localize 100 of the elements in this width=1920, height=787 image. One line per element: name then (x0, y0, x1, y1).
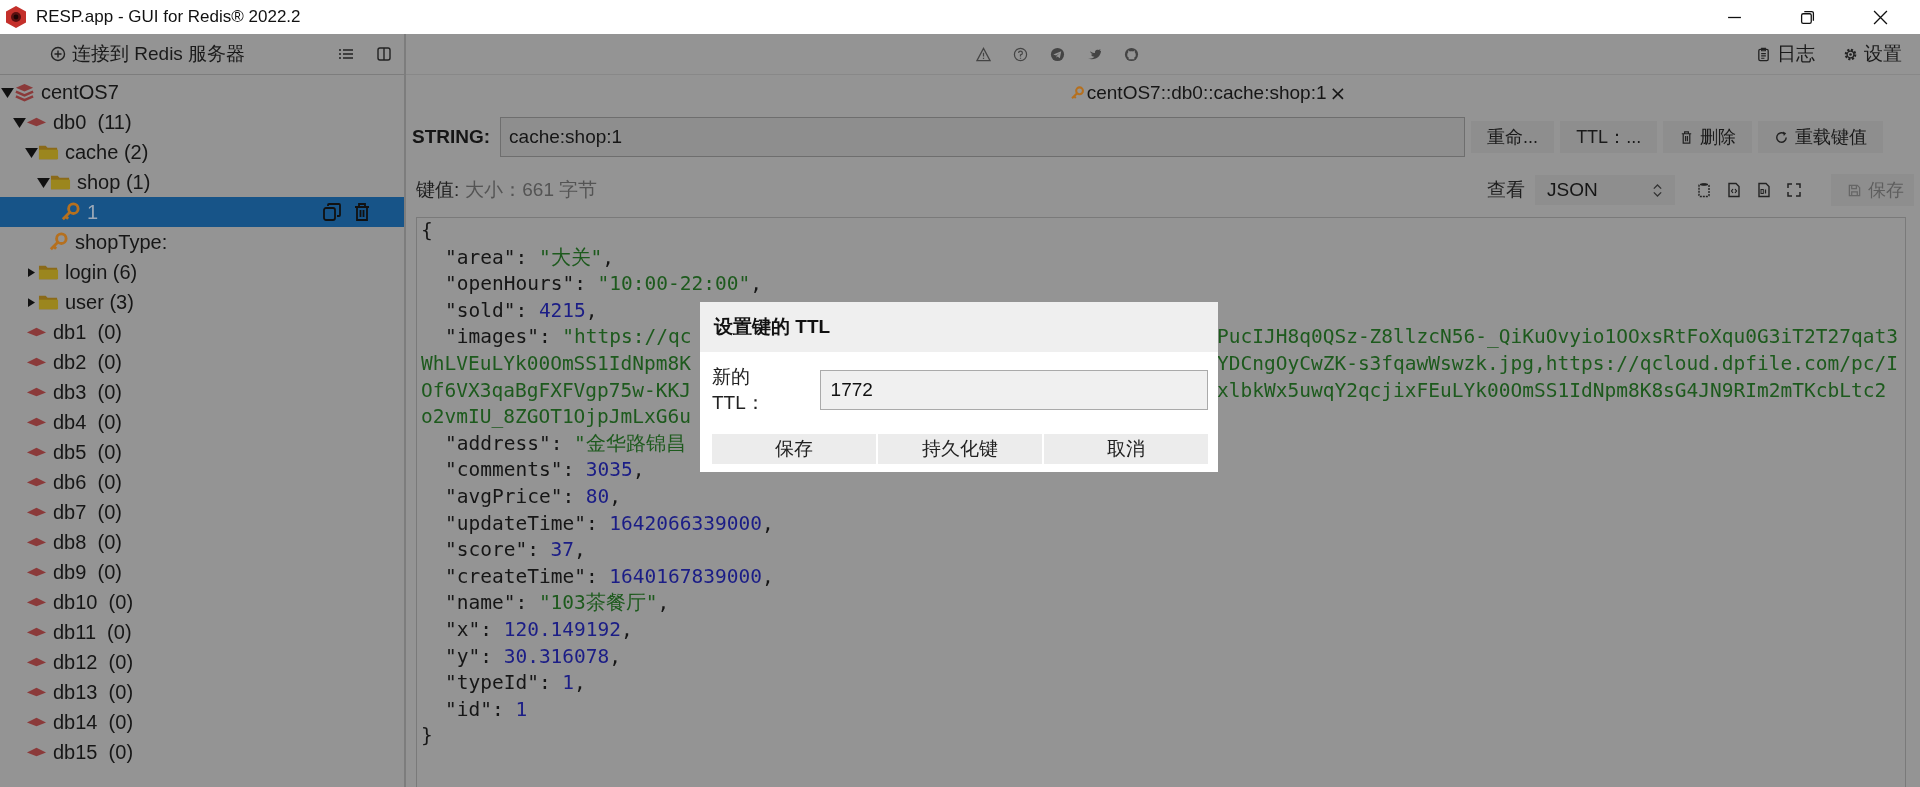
dialog-button[interactable]: 持久化键 (878, 434, 1042, 464)
tree-label: db6 (0) (53, 470, 122, 494)
tree-item[interactable]: cache (2) (0, 137, 404, 167)
server-stack-icon (14, 81, 35, 103)
log-button[interactable]: 日志 (1756, 41, 1815, 67)
tree-item[interactable]: centOS7 (0, 77, 404, 107)
key-action-button[interactable]: 重命... (1471, 121, 1555, 153)
comma: , (657, 591, 670, 615)
tree-item[interactable]: db13 (0) (0, 677, 404, 707)
key-action-button[interactable]: TTL：... (1560, 121, 1658, 153)
help-icon[interactable] (1013, 46, 1028, 62)
expanded-arrow-icon[interactable] (24, 146, 38, 158)
tree-label: login (6) (65, 260, 138, 284)
close-icon[interactable] (1873, 9, 1888, 25)
json-string: "10:00-22:00" (597, 272, 751, 296)
tree-item[interactable]: db15 (0) (0, 737, 404, 767)
tree-item[interactable]: shopType: (0, 227, 404, 257)
json-value: YDCngOyCwZK-s3fqawWswzk.jpg,https://qcloud.dpfile.com/pc/I (1217, 350, 1898, 377)
bird-icon[interactable] (1087, 46, 1102, 62)
json-string: "103茶餐厅" (538, 591, 658, 615)
expanded-arrow-icon[interactable] (36, 176, 50, 188)
tree-label: db8 (0) (53, 530, 122, 554)
tree-item[interactable]: db1 (0) (0, 317, 404, 347)
expanded-arrow-icon[interactable] (0, 86, 14, 98)
code-file-icon[interactable] (1726, 182, 1742, 198)
format-select[interactable]: JSON (1535, 175, 1675, 205)
paper-plane-icon[interactable] (1050, 46, 1065, 62)
key-action-button[interactable]: 删除 (1663, 121, 1753, 153)
settings-button[interactable]: 设置 (1843, 41, 1902, 67)
tree-item[interactable]: db7 (0) (0, 497, 404, 527)
tree-label: db1 (0) (53, 320, 122, 344)
tree-label: db10 (0) (53, 590, 134, 614)
clipboard-icon[interactable] (1696, 182, 1712, 198)
json-value: Of6VX3qaBgFXFVgp75w-KKJ (421, 377, 692, 404)
tree-label: user (3) (65, 290, 134, 314)
json-number: 4215 (538, 298, 586, 322)
cat-icon[interactable] (1124, 46, 1139, 62)
key-tab[interactable]: centOS7::db0::cache:shop:1 (1069, 82, 1327, 104)
tree-label: db5 (0) (53, 440, 122, 464)
json-number: 1640167839000 (609, 564, 762, 588)
json-number: 120.149192 (503, 617, 622, 641)
collapsed-arrow-icon[interactable] (27, 267, 35, 277)
tree-item[interactable]: db6 (0) (0, 467, 404, 497)
json-string: "金华路锦昌 (574, 431, 686, 455)
list-icon[interactable] (338, 46, 354, 62)
tree-item[interactable]: db8 (0) (0, 527, 404, 557)
key-action-button[interactable]: 重载键值 (1758, 121, 1884, 153)
collapsed-arrow-icon[interactable] (27, 297, 35, 307)
add-icon (50, 46, 66, 62)
warning-icon[interactable] (976, 46, 991, 62)
json-key: "area": (445, 244, 528, 272)
json-string: "大关" (538, 245, 603, 269)
json-key: "sold": (445, 297, 528, 325)
tree-item[interactable]: shop (1) (0, 167, 404, 197)
tree-item[interactable]: db12 (0) (0, 647, 404, 677)
ttl-input-field[interactable]: 1772 (819, 370, 1208, 410)
close-tab-button[interactable]: × (1329, 81, 1347, 105)
tree-item[interactable]: db0 (11) (0, 107, 404, 137)
json-number: 37 (550, 538, 575, 562)
restore-icon[interactable] (1800, 9, 1815, 25)
connect-button[interactable]: 连接到 Redis 服务器 (50, 41, 246, 67)
key-icon (60, 201, 81, 223)
binary-file-icon[interactable] (1756, 182, 1772, 198)
json-key: "openHours": (445, 271, 586, 298)
tree-item[interactable]: db3 (0) (0, 377, 404, 407)
tree-label: db15 (0) (53, 740, 134, 764)
tree-item[interactable]: db11 (0) (0, 617, 404, 647)
value-label: 键值: (416, 178, 460, 202)
json-value: xlbkWx5uwqY2qcjixFEuLYk00OmSS1IdNpm8K8sG4JN9RIm2mTKcbLtc2 (1217, 377, 1887, 404)
tree-item[interactable]: db9 (0) (0, 557, 404, 587)
tree-label: shopType: (75, 230, 168, 254)
comma: , (609, 644, 622, 668)
tree-item[interactable]: db2 (0) (0, 347, 404, 377)
tree-item[interactable]: login (6) (0, 257, 404, 287)
key-name-field[interactable]: cache:shop:1 (500, 117, 1466, 157)
comma: , (585, 298, 598, 322)
tree-item[interactable]: user (3) (0, 287, 404, 317)
view-label: 查看 (1487, 178, 1525, 202)
comma: , (574, 671, 586, 695)
json-key: "typeId": (445, 670, 551, 697)
dialog-button[interactable]: 取消 (1044, 434, 1208, 464)
comma: , (609, 484, 622, 508)
tree-item[interactable]: db10 (0) (0, 587, 404, 617)
tree-item[interactable]: db5 (0) (0, 437, 404, 467)
tree-label: centOS7 (41, 80, 119, 104)
tree-label: db14 (0) (53, 710, 134, 734)
tree-label: db11 (0) (53, 620, 132, 644)
dialog-button[interactable]: 保存 (712, 434, 876, 464)
json-number: 80 (585, 484, 610, 508)
json-number: 1 (515, 697, 528, 721)
key-icon (1069, 85, 1085, 101)
key-icon (48, 231, 69, 253)
tree-label: db4 (0) (53, 410, 122, 434)
tree-label: db13 (0) (53, 680, 134, 704)
expanded-arrow-icon[interactable] (12, 116, 26, 128)
fullscreen-icon[interactable] (1786, 182, 1802, 198)
tree-item[interactable]: db14 (0) (0, 707, 404, 737)
tree-item[interactable]: db4 (0) (0, 407, 404, 437)
panel-icon[interactable] (376, 46, 392, 62)
tree-label: db0 (11) (53, 110, 132, 134)
